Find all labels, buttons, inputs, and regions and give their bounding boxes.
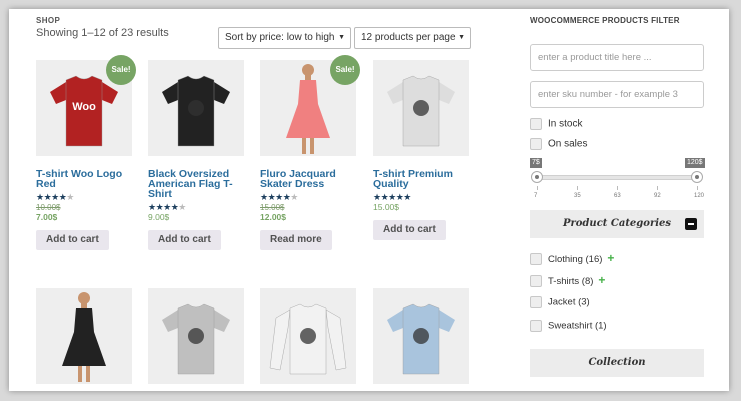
- checkbox-box[interactable]: [530, 275, 542, 288]
- triangle-down-icon: ▼: [458, 34, 465, 41]
- read-more-button[interactable]: Read more: [260, 230, 332, 250]
- add-to-cart-button[interactable]: Add to cart: [373, 220, 446, 240]
- checkbox-box[interactable]: [530, 138, 542, 150]
- product-image[interactable]: [148, 60, 244, 156]
- product-image[interactable]: [373, 60, 469, 156]
- star-icon: ★★★★★: [148, 202, 186, 212]
- filter-title: WOOCOMMERCE PRODUCTS FILTER: [530, 16, 680, 25]
- title-search-input[interactable]: enter a product title here ...: [530, 44, 704, 71]
- range-max-handle[interactable]: [691, 171, 703, 183]
- star-icon: ★★★★★: [36, 192, 74, 202]
- minus-icon[interactable]: [685, 218, 697, 230]
- product-categories-header[interactable]: Product Categories: [530, 210, 704, 238]
- star-icon: ★★★★★: [260, 192, 298, 202]
- tick-label: 120: [694, 193, 705, 199]
- product-categories-title: Product Categories: [562, 218, 672, 229]
- product-title-link[interactable]: Fluro Jacquard Skater Dress: [260, 169, 356, 190]
- collection-title: Collection: [588, 357, 646, 368]
- tick-mark: [617, 186, 618, 190]
- sku-search-input[interactable]: enter sku number - for example 3: [530, 81, 704, 108]
- product-card: T-shirt Premium Quality ★★★★★ 15.00$ Add to…: [373, 60, 469, 240]
- product-title-link[interactable]: T-shirt Premium Quality: [373, 169, 469, 190]
- product-card: Black Oversized American Flag T-Shirt ★★★…: [148, 60, 244, 250]
- tick-label: 63: [614, 193, 621, 199]
- add-to-cart-button[interactable]: Add to cart: [148, 230, 221, 250]
- price: 9.00$: [148, 212, 170, 222]
- in-stock-checkbox[interactable]: In stock: [530, 118, 582, 131]
- price: 7.00$: [36, 212, 58, 222]
- on-sales-label: On sales: [548, 138, 588, 150]
- old-price: 15.00$: [260, 203, 285, 212]
- plus-icon[interactable]: +: [607, 251, 614, 265]
- product-image[interactable]: [36, 288, 132, 384]
- price: 12.00$: [260, 212, 286, 222]
- product-card: [260, 288, 356, 384]
- product-card: [373, 288, 469, 384]
- product-card: Woo Sale! T-shirt Woo Logo Red ★★★★★ 10.00$…: [36, 55, 136, 250]
- range-min-handle[interactable]: [531, 171, 543, 183]
- checkbox-box[interactable]: [530, 118, 542, 130]
- triangle-down-icon: ▼: [338, 34, 345, 41]
- old-price: 10.00$: [36, 203, 61, 212]
- product-image[interactable]: [373, 288, 469, 384]
- category-checkbox[interactable]: T-shirts (8) +: [530, 274, 605, 288]
- category-label: Sweatshirt (1): [548, 320, 607, 332]
- plus-icon[interactable]: +: [598, 273, 605, 287]
- category-checkbox[interactable]: Clothing (16) +: [530, 252, 614, 266]
- category-label: T-shirts (8): [548, 276, 594, 287]
- sale-badge: Sale!: [106, 55, 136, 85]
- tick-label: 35: [574, 193, 581, 199]
- sort-select[interactable]: Sort by price: low to high ▼: [218, 27, 351, 49]
- product-title-link[interactable]: Black Oversized American Flag T-Shirt: [148, 169, 244, 200]
- on-sales-checkbox[interactable]: On sales: [530, 138, 587, 151]
- product-card: [36, 288, 132, 384]
- range-max-label: 120$: [685, 158, 705, 168]
- category-checkbox[interactable]: Jacket (3): [530, 296, 590, 309]
- category-label: Clothing (16): [548, 254, 603, 265]
- product-title-link[interactable]: T-shirt Woo Logo Red: [36, 169, 132, 190]
- tick-mark: [657, 186, 658, 190]
- checkbox-box[interactable]: [530, 253, 542, 266]
- product-image[interactable]: [260, 288, 356, 384]
- page-frame: SHOP Showing 1–12 of 23 results Sort by …: [9, 9, 729, 391]
- svg-text:Woo: Woo: [72, 101, 96, 113]
- category-label: Jacket (3): [548, 296, 590, 308]
- range-min-label: 7$: [530, 158, 542, 168]
- tick-mark: [697, 186, 698, 190]
- per-page-select[interactable]: 12 products per page ▼: [354, 27, 471, 49]
- result-count: Showing 1–12 of 23 results: [36, 27, 169, 39]
- sale-badge: Sale!: [330, 55, 360, 85]
- tick-label: 92: [654, 193, 661, 199]
- product-card: [148, 288, 244, 384]
- category-checkbox[interactable]: Sweatshirt (1): [530, 320, 607, 333]
- tick-mark: [577, 186, 578, 190]
- product-image[interactable]: [148, 288, 244, 384]
- checkbox-box[interactable]: [530, 296, 542, 308]
- shop-label: SHOP: [36, 16, 61, 25]
- in-stock-label: In stock: [548, 118, 583, 130]
- per-page-select-value: 12 products per page: [361, 32, 456, 43]
- star-icon: ★★★★★: [373, 192, 411, 202]
- tick-mark: [537, 186, 538, 190]
- product-card: Sale! Fluro Jacquard Skater Dress ★★★★★ 15.…: [260, 55, 360, 250]
- collection-header[interactable]: Collection: [530, 349, 704, 377]
- add-to-cart-button[interactable]: Add to cart: [36, 230, 109, 250]
- sort-select-value: Sort by price: low to high: [225, 32, 335, 43]
- price: 15.00$: [373, 202, 399, 212]
- checkbox-box[interactable]: [530, 320, 542, 332]
- price-range-track[interactable]: [536, 175, 698, 180]
- tick-label: 7: [534, 193, 538, 199]
